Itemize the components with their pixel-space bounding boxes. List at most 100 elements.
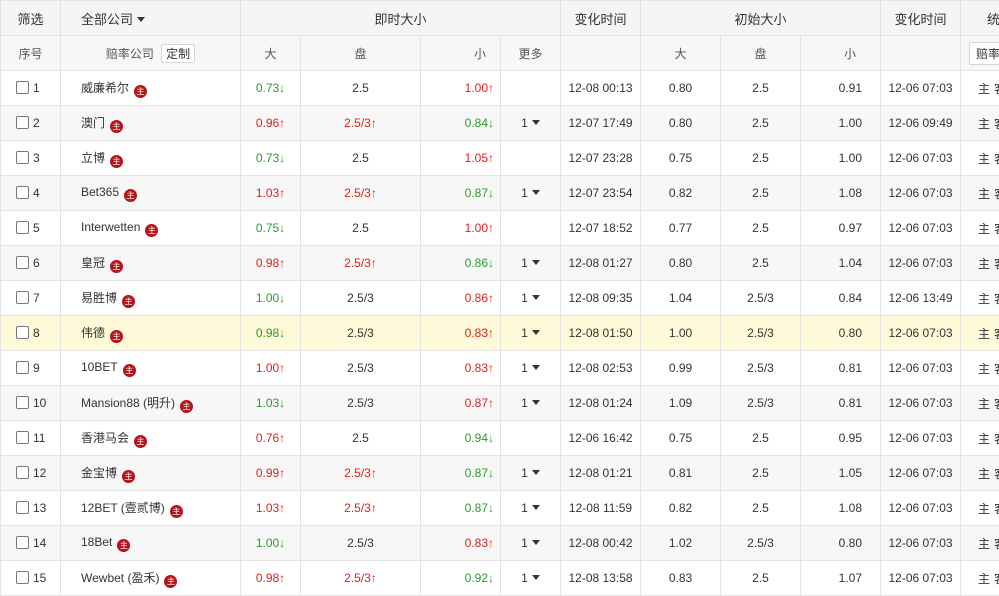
more-cell[interactable] xyxy=(501,211,561,246)
row-checkbox[interactable] xyxy=(16,361,29,374)
more-cell[interactable]: 1 xyxy=(501,491,561,526)
company-name[interactable]: 香港马会 xyxy=(81,431,129,445)
more-cell[interactable]: 1 xyxy=(501,316,561,351)
live-big-odds[interactable]: 1.03↑ xyxy=(256,501,285,515)
company-name[interactable]: 伟德 xyxy=(81,326,105,340)
more-cell[interactable]: 1 xyxy=(501,106,561,141)
live-big-odds[interactable]: 0.96↑ xyxy=(256,116,285,130)
live-small-odds[interactable]: 0.86↑ xyxy=(465,291,494,305)
away-link[interactable]: 客 xyxy=(994,397,999,411)
home-link[interactable]: 主 xyxy=(978,187,990,201)
live-line[interactable]: 2.5 xyxy=(352,81,369,95)
live-small-odds[interactable]: 0.94↓ xyxy=(465,431,494,445)
live-small-odds[interactable]: 1.00↑ xyxy=(465,81,494,95)
live-big-odds[interactable]: 1.03↓ xyxy=(256,396,285,410)
company-name[interactable]: 威廉希尔 xyxy=(81,81,129,95)
live-big-odds[interactable]: 0.76↑ xyxy=(256,431,285,445)
more-cell[interactable]: 1 xyxy=(501,246,561,281)
filter-header[interactable]: 筛选 xyxy=(1,1,61,36)
more-cell[interactable]: 1 xyxy=(501,526,561,561)
more-cell[interactable]: 1 xyxy=(501,561,561,596)
more-cell[interactable] xyxy=(501,141,561,176)
company-name[interactable]: 澳门 xyxy=(81,116,105,130)
row-checkbox[interactable] xyxy=(16,151,29,164)
company-name[interactable]: 立博 xyxy=(81,151,105,165)
more-cell[interactable] xyxy=(501,71,561,106)
more-cell[interactable] xyxy=(501,421,561,456)
live-big-odds[interactable]: 1.00↓ xyxy=(256,536,285,550)
row-checkbox[interactable] xyxy=(16,221,29,234)
more-cell[interactable]: 1 xyxy=(501,176,561,211)
live-small-odds[interactable]: 0.87↓ xyxy=(465,466,494,480)
away-link[interactable]: 客 xyxy=(994,327,999,341)
home-link[interactable]: 主 xyxy=(978,502,990,516)
live-line[interactable]: 2.5/3↑ xyxy=(344,186,377,200)
company-name[interactable]: 12BET (壹贰博) xyxy=(81,501,165,515)
row-checkbox[interactable] xyxy=(16,291,29,304)
live-small-odds[interactable]: 0.87↓ xyxy=(465,186,494,200)
live-line[interactable]: 2.5 xyxy=(352,431,369,445)
live-line[interactable]: 2.5/3 xyxy=(347,361,374,375)
all-companies-dropdown[interactable]: 全部公司 xyxy=(61,1,241,36)
company-name[interactable]: 10BET xyxy=(81,360,118,374)
live-line[interactable]: 2.5/3 xyxy=(347,536,374,550)
live-big-odds[interactable]: 1.00↑ xyxy=(256,361,285,375)
live-small-odds[interactable]: 1.00↑ xyxy=(465,221,494,235)
live-big-odds[interactable]: 0.98↓ xyxy=(256,326,285,340)
away-link[interactable]: 客 xyxy=(994,432,999,446)
away-link[interactable]: 客 xyxy=(994,82,999,96)
live-small-odds[interactable]: 0.83↑ xyxy=(465,326,494,340)
live-line[interactable]: 2.5/3↑ xyxy=(344,501,377,515)
live-line[interactable]: 2.5/3↑ xyxy=(344,116,377,130)
away-link[interactable]: 客 xyxy=(994,467,999,481)
live-big-odds[interactable]: 1.03↑ xyxy=(256,186,285,200)
row-checkbox[interactable] xyxy=(16,396,29,409)
home-link[interactable]: 主 xyxy=(978,537,990,551)
company-name[interactable]: 皇冠 xyxy=(81,256,105,270)
live-big-odds[interactable]: 0.75↓ xyxy=(256,221,285,235)
company-name[interactable]: 易胜博 xyxy=(81,291,117,305)
row-checkbox[interactable] xyxy=(16,571,29,584)
home-link[interactable]: 主 xyxy=(978,572,990,586)
live-line[interactable]: 2.5/3↑ xyxy=(344,571,377,585)
home-link[interactable]: 主 xyxy=(978,327,990,341)
live-big-odds[interactable]: 0.98↑ xyxy=(256,571,285,585)
home-link[interactable]: 主 xyxy=(978,257,990,271)
row-checkbox[interactable] xyxy=(16,326,29,339)
live-small-odds[interactable]: 0.87↓ xyxy=(465,501,494,515)
away-link[interactable]: 客 xyxy=(994,257,999,271)
live-line[interactable]: 2.5/3 xyxy=(347,326,374,340)
live-big-odds[interactable]: 1.00↓ xyxy=(256,291,285,305)
live-small-odds[interactable]: 0.83↑ xyxy=(465,536,494,550)
home-link[interactable]: 主 xyxy=(978,432,990,446)
company-name[interactable]: Bet365 xyxy=(81,185,119,199)
away-link[interactable]: 客 xyxy=(994,187,999,201)
home-link[interactable]: 主 xyxy=(978,292,990,306)
odds-download-button[interactable]: 赔率下载 xyxy=(969,42,999,65)
more-cell[interactable]: 1 xyxy=(501,456,561,491)
away-link[interactable]: 客 xyxy=(994,292,999,306)
home-link[interactable]: 主 xyxy=(978,467,990,481)
away-link[interactable]: 客 xyxy=(994,502,999,516)
row-checkbox[interactable] xyxy=(16,501,29,514)
away-link[interactable]: 客 xyxy=(994,537,999,551)
live-small-odds[interactable]: 0.92↓ xyxy=(465,571,494,585)
company-name[interactable]: 18Bet xyxy=(81,535,112,549)
more-cell[interactable]: 1 xyxy=(501,351,561,386)
row-checkbox[interactable] xyxy=(16,186,29,199)
row-checkbox[interactable] xyxy=(16,466,29,479)
live-line[interactable]: 2.5/3 xyxy=(347,291,374,305)
live-line[interactable]: 2.5/3 xyxy=(347,396,374,410)
home-link[interactable]: 主 xyxy=(978,362,990,376)
live-small-odds[interactable]: 0.87↑ xyxy=(465,396,494,410)
home-link[interactable]: 主 xyxy=(978,397,990,411)
away-link[interactable]: 客 xyxy=(994,572,999,586)
live-line[interactable]: 2.5 xyxy=(352,221,369,235)
home-link[interactable]: 主 xyxy=(978,82,990,96)
live-big-odds[interactable]: 0.99↑ xyxy=(256,466,285,480)
more-cell[interactable]: 1 xyxy=(501,281,561,316)
customize-button[interactable]: 定制 xyxy=(161,44,195,63)
live-small-odds[interactable]: 0.83↑ xyxy=(465,361,494,375)
row-checkbox[interactable] xyxy=(16,116,29,129)
home-link[interactable]: 主 xyxy=(978,222,990,236)
